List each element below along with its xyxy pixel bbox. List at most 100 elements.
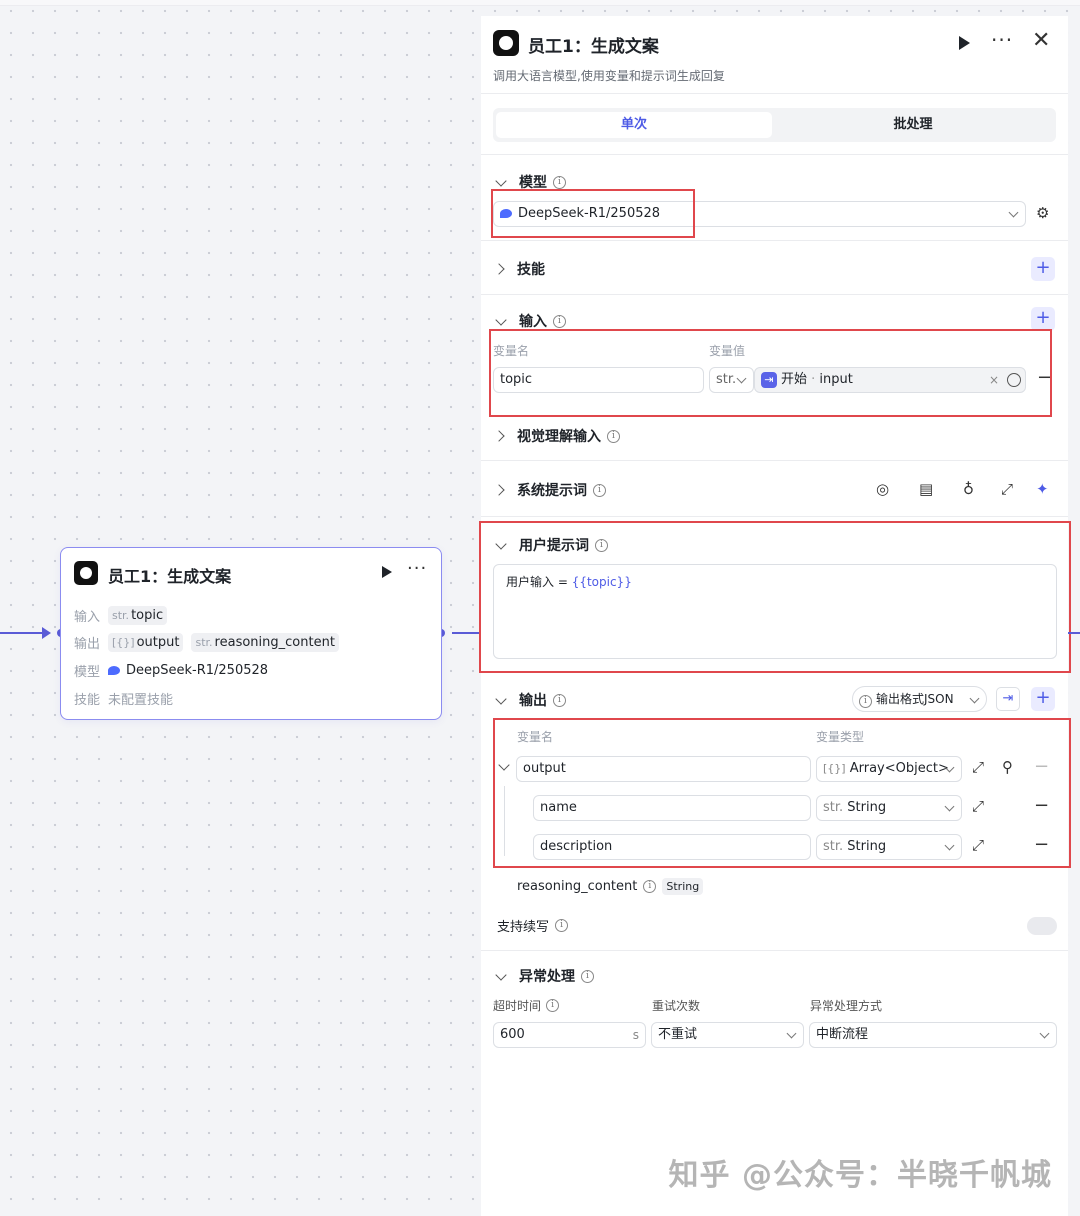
mode-tabs: 单次 批处理	[493, 108, 1056, 142]
error-mode-label: 异常处理方式	[810, 999, 883, 1013]
model-settings-gear-icon[interactable]: ⚙	[1036, 204, 1049, 222]
chevron-right-icon	[493, 430, 505, 442]
continue-writing-row: 支持续写 i	[497, 916, 569, 935]
top-bar	[0, 0, 1080, 6]
timeout-label: 超时时间	[493, 999, 542, 1013]
divider	[481, 950, 1068, 951]
more-icon[interactable]: ···	[991, 28, 1013, 52]
output-format-value: 输出格式JSON	[876, 692, 954, 706]
add-input-button[interactable]: +	[1031, 307, 1055, 331]
tab-batch[interactable]: 批处理	[775, 112, 1051, 138]
panel-logo-icon	[493, 30, 519, 56]
section-output-label: 输出	[519, 693, 547, 709]
error-mode-value: 中断流程	[816, 1027, 869, 1042]
retry-value: 不重试	[658, 1027, 698, 1042]
timeout-value: 600	[500, 1027, 525, 1042]
close-icon[interactable]: ✕	[1032, 28, 1050, 53]
section-visual-label: 视觉理解输入	[517, 429, 601, 445]
panel-title: 员工1：生成文案	[528, 37, 659, 57]
panel-description: 调用大语言模型,使用变量和提示词生成回复	[493, 69, 725, 83]
divider	[481, 93, 1068, 94]
ai-sparkle-icon[interactable]: ✦	[1036, 480, 1049, 498]
info-icon[interactable]: i	[581, 969, 594, 983]
info-icon[interactable]: i	[553, 693, 566, 707]
chevron-down-icon	[495, 174, 507, 187]
import-json-icon[interactable]: ⇥	[996, 687, 1020, 711]
retry-select[interactable]: 不重试	[651, 1022, 804, 1048]
node-run-icon[interactable]	[382, 566, 392, 578]
highlight-box-user-prompt	[479, 521, 1071, 673]
type-array-icon: [{}]	[112, 636, 135, 649]
incoming-edge-arrow	[42, 627, 51, 639]
section-skills-header[interactable]: 技能	[493, 259, 545, 279]
info-icon: i	[859, 695, 872, 708]
info-icon[interactable]: i	[546, 999, 560, 1012]
info-icon[interactable]: i	[553, 314, 566, 328]
chevron-down-icon	[786, 1028, 797, 1039]
divider	[481, 294, 1068, 295]
template-box-icon[interactable]: ▤	[919, 480, 933, 498]
timeout-unit: s	[632, 1028, 639, 1042]
section-output-header[interactable]: 输出 i	[495, 690, 566, 710]
type-str-icon: str.	[112, 609, 130, 622]
highlight-box-input	[489, 329, 1052, 417]
timeout-input[interactable]: 600 s	[493, 1022, 646, 1048]
type-str-icon: str.	[195, 636, 213, 649]
run-icon[interactable]	[959, 36, 970, 50]
chevron-down-icon	[969, 693, 980, 704]
outgoing-edge	[452, 632, 481, 634]
section-visual-header[interactable]: 视觉理解输入 i	[493, 426, 620, 446]
info-icon[interactable]: i	[643, 880, 657, 893]
retry-label: 重试次数	[652, 999, 701, 1013]
divider	[481, 240, 1068, 241]
node-title: 员工1：生成文案	[108, 567, 232, 586]
node-skill-label: 技能	[74, 693, 101, 708]
section-system-prompt-header[interactable]: 系统提示词 i	[493, 480, 606, 500]
compass-icon[interactable]: ◎	[876, 480, 889, 498]
node-model-text: DeepSeek-R1/250528	[126, 663, 269, 678]
chevron-down-icon	[495, 968, 507, 981]
chevron-right-icon	[493, 484, 505, 496]
node-reasoning-chip: str. reasoning_content	[191, 633, 339, 652]
node-reasoning-value: reasoning_content	[214, 635, 335, 650]
reasoning-type-badge: String	[662, 878, 704, 895]
info-icon[interactable]: i	[607, 429, 620, 443]
info-icon[interactable]: i	[553, 175, 566, 189]
continue-writing-toggle[interactable]	[1027, 917, 1057, 935]
highlight-box-output	[493, 718, 1071, 868]
add-output-button[interactable]: +	[1031, 687, 1055, 711]
chevron-down-icon	[495, 313, 507, 326]
node-logo-icon	[74, 561, 98, 585]
section-error-header[interactable]: 异常处理 i	[495, 966, 594, 986]
node-more-icon[interactable]: ···	[407, 558, 427, 579]
divider	[481, 154, 1068, 155]
node-input-label: 输入	[74, 610, 101, 625]
info-icon[interactable]: i	[593, 483, 606, 497]
chevron-down-icon	[1039, 1028, 1050, 1039]
tab-single[interactable]: 单次	[496, 112, 772, 138]
chevron-right-icon	[493, 263, 505, 275]
workflow-node-card[interactable]: 员工1：生成文案 ··· 输入 str. topic 输出 [{}] output …	[60, 547, 442, 720]
output-format-select[interactable]: i 输出格式JSON	[852, 686, 987, 712]
section-skills-label: 技能	[517, 262, 545, 278]
add-skill-button[interactable]: +	[1031, 257, 1055, 281]
timeout-label-row: 超时时间 i	[493, 997, 560, 1014]
lightbulb-icon[interactable]: ♁	[963, 480, 974, 498]
section-system-prompt-label: 系统提示词	[517, 483, 587, 499]
node-config-panel: 员工1：生成文案 ··· ✕ 调用大语言模型,使用变量和提示词生成回复 单次 批…	[479, 16, 1071, 1216]
node-input-row: 输入 str. topic	[74, 606, 168, 625]
chevron-down-icon	[495, 692, 507, 705]
divider	[481, 460, 1068, 461]
node-input-chip: str. topic	[108, 606, 168, 625]
node-model-value: DeepSeek-R1/250528	[108, 663, 268, 678]
section-input-header[interactable]: 输入 i	[495, 311, 566, 331]
deepseek-whale-icon	[108, 666, 120, 675]
error-mode-select[interactable]: 中断流程	[809, 1022, 1057, 1048]
reasoning-name: reasoning_content	[517, 879, 638, 894]
info-icon[interactable]: i	[555, 919, 569, 932]
node-output-label: 输出	[74, 637, 101, 652]
node-input-value: topic	[131, 608, 164, 623]
incoming-edge	[0, 632, 44, 634]
section-error-label: 异常处理	[519, 969, 575, 985]
expand-icon[interactable]: ⤢	[1001, 480, 1013, 498]
